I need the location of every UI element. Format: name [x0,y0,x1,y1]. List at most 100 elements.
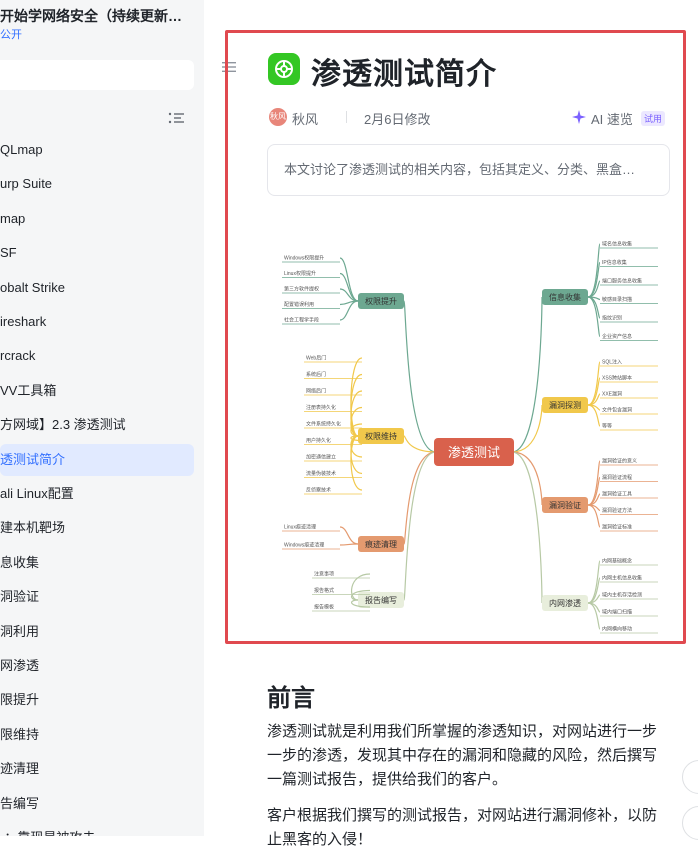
paragraph-2: 客户根据我们撰写的测试报告，对网站进行漏洞修补，以防止黑客的入侵！ [267,807,658,848]
sidebar-item[interactable]: 限维持 [0,719,194,751]
leaf-label: 域内端口扫描 [602,609,632,616]
modified-time: 2月6日修改 [364,112,431,127]
leaf-label: Windows痕迹清理 [284,542,324,549]
leaf-label: 报告格式 [314,587,334,594]
page-title: 渗透测试简介 [311,58,497,91]
branch-label: 痕迹清理 [365,539,397,549]
branch-label: 权限维持 [365,431,397,441]
leaf-label: 漏洞验证方法 [602,507,632,514]
sidebar-item[interactable]: ireshark [0,306,194,338]
branch-connector [511,296,543,453]
leaf-label: 漏洞验证的意义 [602,458,637,465]
author-avatar[interactable]: 秋风 [269,108,287,126]
branch-connector [511,404,543,453]
sidebar-item[interactable]: VV工具箱 [0,375,194,407]
ai-sparkle-icon[interactable] [572,110,586,124]
knowledge-base-title[interactable]: 开始学网络安全（持续更新… [0,6,200,26]
branch-label: 报告编写 [365,595,397,605]
leaf-connector [339,543,359,546]
sidebar-item[interactable]: 网渗透 [0,650,194,682]
leaf-connector [339,257,359,302]
doc-emoji-icon[interactable] [268,53,300,85]
leaf-connector [587,261,601,298]
sidebar-item[interactable]: SF [0,237,194,269]
leaf-label: 注册表持久化 [306,404,336,411]
leaf-connector [587,377,601,406]
leaf-connector [587,602,601,630]
outline-list-icon[interactable] [168,111,184,125]
sidebar-item[interactable]: 洞利用 [0,616,194,648]
sidebar-item[interactable]: obalt Strike [0,272,194,304]
leaf-connector [587,476,601,506]
section-heading: 前言 [267,685,315,712]
branch-connector [511,451,543,506]
visibility-badge: 公开 [0,29,22,41]
leaf-label: 网络后门 [306,388,326,395]
branch-label: 信息收集 [549,292,581,302]
leaf-label: 内网基础概念 [602,558,632,565]
leaf-label: Windows权限提升 [284,255,324,262]
leaf-label: SQL注入 [602,359,622,366]
leaf-label: 敏感目录扫描 [602,296,632,303]
sidebar-item[interactable]: rcrack [0,340,194,372]
leaf-label: 社会工程学手段 [284,317,319,324]
leaf-label: 反侦察技术 [306,487,331,494]
sidebar-item[interactable]: 告编写 [0,788,194,820]
sidebar-item[interactable]: 方网域】2.3 渗透测试 [0,409,194,441]
leaf-label: 文件包含漏洞 [602,407,632,414]
leaf-label: 注意事项 [314,571,334,578]
leaf-label: 内网主机信息收集 [602,575,642,582]
sidebar-item[interactable]: 建本机靶场 [0,512,194,544]
branch-label: 漏洞验证 [549,500,581,510]
leaf-label: 第三方软件提权 [284,286,319,293]
branch-label: 内网渗透 [549,598,581,608]
leaf-connector [339,526,359,545]
sidebar-item[interactable]: urp Suite [0,168,194,200]
leaf-label: 加密通信建立 [306,454,336,461]
leaf-label: 域名信息收集 [602,241,632,248]
leaf-connector [587,296,601,338]
leaf-label: 漏洞验证标准 [602,524,632,531]
leaf-label: 用户持久化 [306,437,331,444]
center-label: 渗透测试 [448,445,500,460]
help-float-button[interactable] [682,806,698,840]
leaf-label: Web后门 [306,355,326,362]
leaf-label: 端口服务信息收集 [602,278,642,285]
leaf-label: 漏洞验证流程 [602,474,632,481]
leaf-label: 指纹识别 [602,315,622,322]
sidebar-item[interactable]: map [0,203,194,235]
sidebar-item[interactable]: ·：靠现是被攻击 [0,822,194,836]
mindmap-diagram[interactable]: 权限提升 Windows权限提升 Linux权限提升第三方软件提权配置错误利用社会工… [274,234,674,644]
sidebar-item[interactable]: QLmap [0,134,194,166]
author-name[interactable]: 秋风 [292,109,318,128]
sidebar-item[interactable]: 息收集 [0,547,194,579]
branch-connector [403,435,437,453]
ai-overview-button[interactable]: AI 速览 [591,109,633,128]
leaf-label: XSS跨站脚本 [602,375,632,382]
ai-summary-box[interactable]: 本文讨论了渗透测试的相关内容，包括其定义、分类、黑盒… [267,144,670,196]
leaf-label: 系统后门 [306,371,326,378]
branch-connector [403,300,437,453]
sidebar-item[interactable]: 限提升 [0,684,194,716]
meta-divider [346,111,347,123]
leaf-label: XXE漏洞 [602,391,622,398]
sidebar-item[interactable]: 洞验证 [0,581,194,613]
sidebar-item[interactable]: 迹清理 [0,753,194,785]
branch-label: 漏洞探测 [549,400,581,410]
comment-float-button[interactable] [682,760,698,794]
leaf-connector [587,577,601,604]
leaf-label: 报告模板 [314,604,334,611]
leaf-label: 内网横向移动 [602,626,632,633]
leaf-label: 配置错误利用 [284,301,314,308]
sidebar-item[interactable]: 透测试简介 [0,443,194,476]
leaf-connector [587,296,601,319]
sidebar: 开始学网络安全（持续更新… 公开 QLmap urp Suite map SF obal… [0,0,204,836]
sidebar-item[interactable]: ali Linux配置 [0,478,194,510]
leaf-label: Linux权限提升 [284,270,316,277]
leaf-label: 流量伪装技术 [306,470,336,477]
sidebar-search-input[interactable] [0,60,194,90]
leaf-label: 等等 [602,423,612,430]
branch-label: 权限提升 [365,296,397,306]
leaf-label: IP信息收集 [602,259,627,266]
trial-badge: 试用 [641,111,666,126]
